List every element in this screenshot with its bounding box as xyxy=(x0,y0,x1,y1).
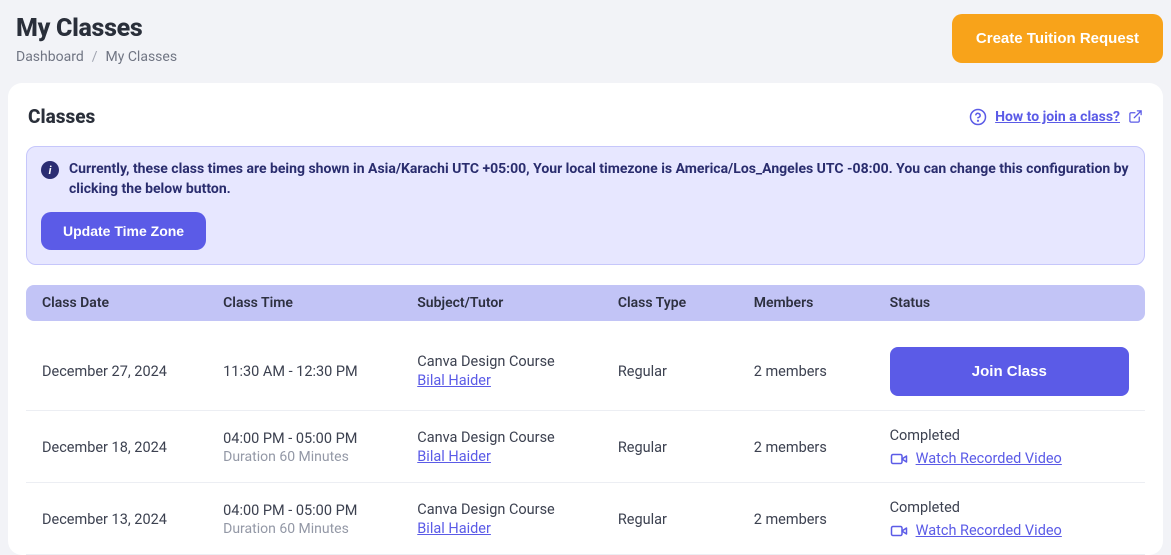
classes-card: Classes How to join a class? i Currently… xyxy=(8,83,1163,555)
how-to-join-text: How to join a class? xyxy=(995,109,1120,125)
card-header: Classes How to join a class? xyxy=(26,99,1145,128)
class-time: 11:30 AM - 12:30 PM xyxy=(223,363,417,380)
breadcrumb-separator: / xyxy=(92,49,98,65)
table-row: December 13, 202404:00 PM - 05:00 PM Dura… xyxy=(26,483,1145,555)
cell-subject: Canva Design Course Bilal Haider xyxy=(417,501,618,537)
th-time: Class Time xyxy=(223,295,417,311)
th-status: Status xyxy=(890,295,1129,311)
cell-date: December 27, 2024 xyxy=(42,363,223,380)
cell-type: Regular xyxy=(618,363,754,380)
th-subject: Subject/Tutor xyxy=(417,295,618,311)
cell-date: December 13, 2024 xyxy=(42,511,223,528)
breadcrumb-root[interactable]: Dashboard xyxy=(16,49,84,65)
watch-recorded-video-text: Watch Recorded Video xyxy=(916,522,1062,539)
video-icon xyxy=(890,522,908,540)
watch-recorded-video-link[interactable]: Watch Recorded Video xyxy=(890,522,1129,540)
external-link-icon xyxy=(1128,109,1143,124)
class-duration: Duration 60 Minutes xyxy=(223,521,417,537)
info-icon: i xyxy=(41,161,59,179)
cell-type: Regular xyxy=(618,511,754,528)
card-title: Classes xyxy=(28,105,95,128)
cell-status: Completed Watch Recorded Video xyxy=(890,427,1129,468)
cell-subject: Canva Design Course Bilal Haider xyxy=(417,353,618,389)
cell-members: 2 members xyxy=(754,511,890,528)
timezone-notice: i Currently, these class times are being… xyxy=(26,146,1145,265)
cell-date: December 18, 2024 xyxy=(42,439,223,456)
video-icon xyxy=(890,450,908,468)
status-text: Completed xyxy=(890,499,1129,516)
table-row: December 18, 202404:00 PM - 05:00 PM Dura… xyxy=(26,411,1145,483)
subject-name: Canva Design Course xyxy=(417,353,618,370)
breadcrumb-current: My Classes xyxy=(106,49,178,65)
watch-recorded-video-link[interactable]: Watch Recorded Video xyxy=(890,450,1129,468)
subject-name: Canva Design Course xyxy=(417,501,618,518)
page-header: My Classes Dashboard / My Classes Create… xyxy=(0,0,1171,83)
join-class-button[interactable]: Join Class xyxy=(890,347,1129,396)
create-tuition-request-button[interactable]: Create Tuition Request xyxy=(952,14,1163,63)
cell-status: Completed Watch Recorded Video xyxy=(890,499,1129,540)
cell-members: 2 members xyxy=(754,439,890,456)
page-title: My Classes xyxy=(16,14,177,43)
class-time: 04:00 PM - 05:00 PM xyxy=(223,430,417,447)
th-members: Members xyxy=(754,295,890,311)
cell-time: 04:00 PM - 05:00 PM Duration 60 Minutes xyxy=(223,430,417,465)
th-date: Class Date xyxy=(42,295,223,311)
tutor-link[interactable]: Bilal Haider xyxy=(417,520,491,537)
cell-status: Join Class xyxy=(890,347,1129,396)
watch-recorded-video-text: Watch Recorded Video xyxy=(916,450,1062,467)
breadcrumb: Dashboard / My Classes xyxy=(16,49,177,65)
timezone-notice-text: Currently, these class times are being s… xyxy=(69,159,1130,200)
cell-members: 2 members xyxy=(754,363,890,380)
cell-subject: Canva Design Course Bilal Haider xyxy=(417,429,618,465)
th-type: Class Type xyxy=(618,295,754,311)
how-to-join-link[interactable]: How to join a class? xyxy=(969,108,1143,126)
tutor-link[interactable]: Bilal Haider xyxy=(417,448,491,465)
table-header: Class Date Class Time Subject/Tutor Clas… xyxy=(26,285,1145,321)
cell-time: 04:00 PM - 05:00 PM Duration 60 Minutes xyxy=(223,502,417,537)
cell-time: 11:30 AM - 12:30 PM xyxy=(223,363,417,380)
help-circle-icon xyxy=(969,108,987,126)
table-row: December 27, 202411:30 AM - 12:30 PMCanv… xyxy=(26,331,1145,411)
subject-name: Canva Design Course xyxy=(417,429,618,446)
status-text: Completed xyxy=(890,427,1129,444)
class-duration: Duration 60 Minutes xyxy=(223,449,417,465)
update-timezone-button[interactable]: Update Time Zone xyxy=(41,212,206,250)
tutor-link[interactable]: Bilal Haider xyxy=(417,372,491,389)
cell-type: Regular xyxy=(618,439,754,456)
class-time: 04:00 PM - 05:00 PM xyxy=(223,502,417,519)
table-body: December 27, 202411:30 AM - 12:30 PMCanv… xyxy=(26,331,1145,555)
